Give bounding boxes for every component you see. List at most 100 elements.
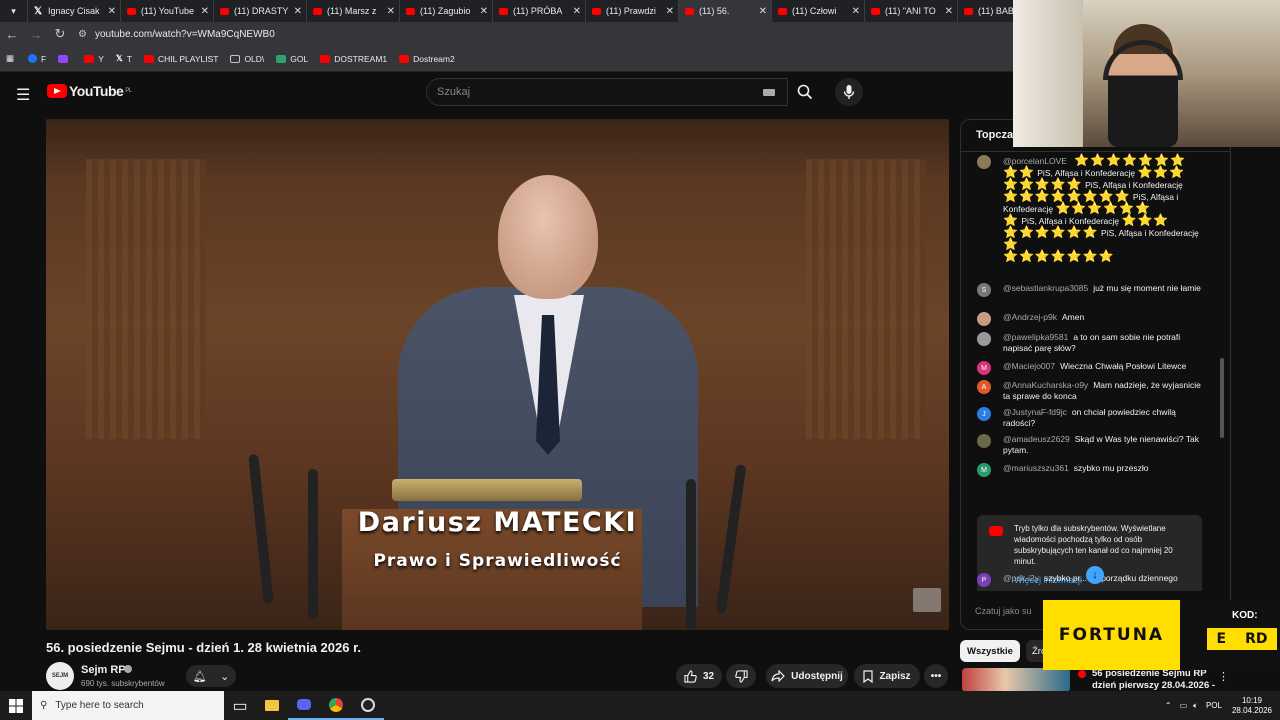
- obs-icon[interactable]: [352, 691, 384, 720]
- browser-tab[interactable]: (11) PRÓBA ✕: [493, 0, 586, 22]
- close-icon[interactable]: ✕: [294, 6, 302, 17]
- more-actions-button[interactable]: •••: [924, 664, 948, 688]
- windows-icon: [9, 698, 23, 713]
- chat-scrollbar[interactable]: [1220, 158, 1224, 588]
- close-icon[interactable]: ✕: [852, 6, 860, 17]
- video-player[interactable]: Dariusz MATECKI Prawo i Sprawiedliwość: [46, 119, 949, 630]
- volume-icon[interactable]: 🔈︎: [1193, 701, 1198, 711]
- close-icon[interactable]: ✕: [666, 6, 674, 17]
- tab-list-button[interactable]: ▾: [0, 0, 28, 22]
- more-horizontal-icon: •••: [930, 670, 942, 682]
- reload-icon[interactable]: ↻: [48, 26, 72, 42]
- chat-author[interactable]: @Andrzej-p9k: [1003, 312, 1057, 322]
- avatar: M: [977, 463, 991, 477]
- notification-bell-button[interactable]: 🔔︎ ⌄: [186, 665, 236, 687]
- related-thumbnail[interactable]: [962, 668, 1070, 692]
- close-icon[interactable]: ✕: [945, 6, 953, 17]
- taskbar-search[interactable]: ⚲ Type here to search: [32, 691, 224, 720]
- chat-author[interactable]: @pdk-i2y: [1003, 573, 1039, 583]
- wall-panel-right: [806, 159, 926, 439]
- chat-message-list: @porcelanLOVE ⭐⭐⭐⭐⭐⭐⭐ ⭐⭐ PiS, Alfąsa i K…: [961, 153, 1223, 591]
- chat-author[interactable]: @mariuszszu361: [1003, 463, 1069, 473]
- browser-tab-active[interactable]: (11) 56. ✕: [679, 0, 772, 22]
- bookmark-dostream1[interactable]: DOSTREAM1: [320, 54, 387, 64]
- windows-start-button[interactable]: [0, 691, 32, 720]
- channel-name[interactable]: Sejm RP: [81, 664, 126, 676]
- task-view-icon[interactable]: ▭: [224, 691, 256, 720]
- keyboard-icon[interactable]: [763, 89, 775, 96]
- bookmark-chil-playlist[interactable]: CHIL PLAYLIST: [143, 54, 218, 64]
- bookmark-y[interactable]: Y: [84, 54, 104, 64]
- close-icon[interactable]: ✕: [480, 6, 488, 17]
- scroll-to-bottom-button[interactable]: ↓: [1086, 566, 1104, 584]
- channel-avatar[interactable]: SEJM: [46, 662, 74, 690]
- site-info-icon[interactable]: ⚙: [78, 29, 87, 40]
- apps-icon[interactable]: ▦: [6, 53, 14, 64]
- chat-author[interactable]: @pawelipka9581: [1003, 332, 1068, 342]
- chrome-icon[interactable]: [320, 691, 352, 720]
- fortuna-banner: FORTUNA: [1043, 600, 1180, 670]
- chat-author[interactable]: @sebastiankrupa3085: [1003, 283, 1088, 293]
- microphone-stand: [308, 469, 318, 619]
- gol-icon: [276, 54, 287, 63]
- related-title[interactable]: 56 posiedzenie Sejmu RP dzień pierwszy 2…: [1092, 668, 1222, 692]
- windows-taskbar: ⚲ Type here to search ▭ ⌃ ▭ 🔈︎ POL 10:19…: [0, 691, 1280, 720]
- close-icon[interactable]: ✕: [201, 6, 209, 17]
- hamburger-menu-icon[interactable]: ☰: [16, 85, 30, 105]
- bookmark-old[interactable]: OLD\: [230, 54, 264, 64]
- search-input[interactable]: [437, 86, 737, 98]
- bookmark-f[interactable]: F: [28, 54, 46, 64]
- bookmark-t[interactable]: 𝕏T: [116, 53, 132, 64]
- chat-author[interactable]: @AnnaKucharska-o9y: [1003, 380, 1088, 390]
- browser-tab[interactable]: (11) Zagubio ✕: [400, 0, 493, 22]
- forward-icon[interactable]: →: [24, 27, 48, 42]
- url-field[interactable]: ⚙ youtube.com/watch?v=WMa9CqNEWB0: [78, 29, 275, 40]
- discord-icon[interactable]: [288, 691, 320, 720]
- youtube-icon: [499, 7, 508, 15]
- browser-tab[interactable]: (11) Prawdzi ✕: [586, 0, 679, 22]
- chat-author[interactable]: @amadeusz2629: [1003, 434, 1070, 444]
- scroll-thumb[interactable]: [1220, 358, 1224, 438]
- avatar: [977, 434, 991, 448]
- like-button[interactable]: 32: [676, 664, 722, 688]
- youtube-play-icon: [47, 84, 67, 98]
- youtube-icon: [989, 526, 1003, 536]
- back-icon[interactable]: ←: [0, 27, 24, 42]
- more-vertical-icon[interactable]: ⋮: [1218, 670, 1229, 683]
- close-icon[interactable]: ✕: [759, 6, 767, 17]
- browser-tab[interactable]: 𝕏 Ignacy Cisak ✕: [28, 0, 121, 22]
- chip-all[interactable]: Wszystkie: [960, 640, 1020, 662]
- clock[interactable]: 10:19 28.04.2026: [1232, 696, 1272, 716]
- browser-tab[interactable]: (11) Marsz z ✕: [307, 0, 400, 22]
- language-indicator[interactable]: POL: [1206, 701, 1222, 710]
- avatar: P: [977, 573, 991, 587]
- youtube-icon: [871, 7, 880, 15]
- close-icon[interactable]: ✕: [108, 6, 116, 17]
- youtube-icon: [220, 7, 229, 15]
- youtube-logo[interactable]: YouTube PL: [47, 83, 132, 99]
- browser-tab[interactable]: (11) YouTube ✕: [121, 0, 214, 22]
- close-icon[interactable]: ✕: [573, 6, 581, 17]
- file-explorer-icon[interactable]: [256, 691, 288, 720]
- dislike-button[interactable]: [726, 664, 756, 688]
- browser-tab[interactable]: (11) "ANI TO ✕: [865, 0, 958, 22]
- save-button[interactable]: Zapisz: [854, 664, 920, 688]
- chat-author[interactable]: @JustynaF-fd9jc: [1003, 407, 1067, 417]
- bookmark-dostream2[interactable]: Dostream2: [399, 54, 455, 64]
- browser-tab[interactable]: (11) Człowi ✕: [772, 0, 865, 22]
- voice-search-button[interactable]: [835, 78, 863, 106]
- related-video-item[interactable]: 56 posiedzenie Sejmu RP dzień pierwszy 2…: [962, 668, 1262, 692]
- bookmark-gol[interactable]: GOL: [276, 54, 308, 64]
- search-button[interactable]: [788, 78, 822, 106]
- browser-tab[interactable]: (11) DRASTY ✕: [214, 0, 307, 22]
- chat-author[interactable]: @Maciejo007: [1003, 361, 1055, 371]
- x-icon: 𝕏: [34, 5, 43, 17]
- share-button[interactable]: Udostępnij: [766, 664, 848, 688]
- bell-icon: 🔔︎: [192, 670, 207, 683]
- chevron-up-icon[interactable]: ⌃: [1165, 701, 1172, 710]
- bookmark-twitch[interactable]: [58, 54, 72, 63]
- browser-tab[interactable]: (11) BABY: [958, 0, 1018, 22]
- close-icon[interactable]: ✕: [387, 6, 395, 17]
- network-icon[interactable]: ▭: [1180, 701, 1188, 710]
- lectern-top: [392, 479, 582, 501]
